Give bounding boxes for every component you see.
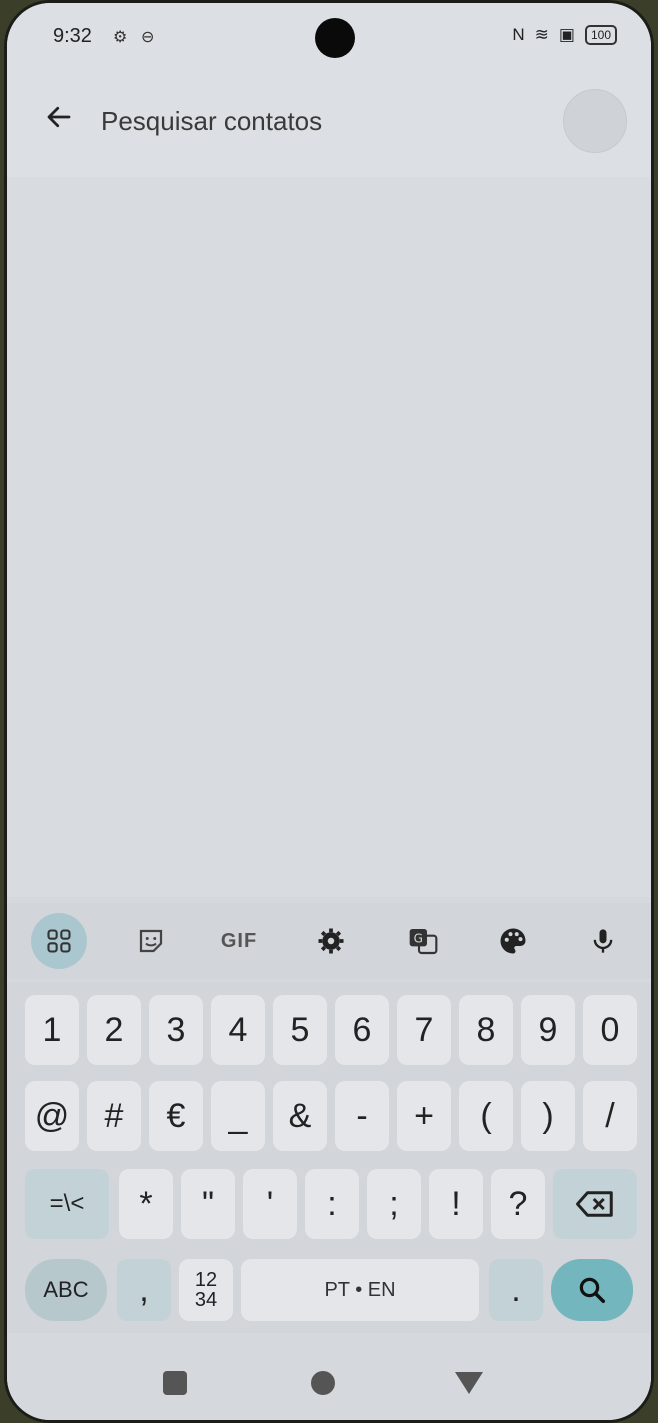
key-slash[interactable]: / [583, 1081, 637, 1151]
key-hash[interactable]: # [87, 1081, 141, 1151]
key-4[interactable]: 4 [211, 995, 265, 1065]
numpad-key[interactable]: 12 34 [179, 1259, 233, 1321]
theme-button[interactable] [485, 913, 541, 969]
triangle-down-icon [455, 1372, 483, 1394]
search-input[interactable] [101, 105, 551, 137]
sticker-button[interactable] [123, 913, 179, 969]
key-plus[interactable]: + [397, 1081, 451, 1151]
status-bar: 9:32 ⚙ ⊖ N ≋ ▣ 100 [7, 3, 651, 73]
key-1[interactable]: 1 [25, 995, 79, 1065]
key-semicolon[interactable]: ; [367, 1169, 421, 1239]
key-double-quote[interactable]: " [181, 1169, 235, 1239]
key-single-quote[interactable]: ' [243, 1169, 297, 1239]
status-time: 9:32 [53, 25, 92, 47]
abc-key[interactable]: ABC [25, 1259, 107, 1321]
key-3[interactable]: 3 [149, 995, 203, 1065]
space-bar[interactable]: PT • EN [241, 1259, 479, 1321]
key-ampersand[interactable]: & [273, 1081, 327, 1151]
palette-icon [500, 928, 526, 954]
translate-button[interactable]: G [395, 913, 451, 969]
sim-icon: ▣ [558, 25, 575, 44]
microphone-icon [593, 929, 613, 953]
key-7[interactable]: 7 [397, 995, 451, 1065]
wifi-icon: ≋ [534, 25, 549, 44]
status-icons: N ≋ ▣ 100 [512, 25, 617, 45]
circle-icon [311, 1371, 335, 1395]
nav-back-button[interactable] [447, 1361, 491, 1405]
gear-icon [318, 928, 344, 954]
key-0[interactable]: 0 [583, 995, 637, 1065]
phone-screen: 9:32 ⚙ ⊖ N ≋ ▣ 100 Pesquisar contatos GI… [4, 0, 654, 1423]
key-5[interactable]: 5 [273, 995, 327, 1065]
key-asterisk[interactable]: * [119, 1169, 173, 1239]
backspace-icon [576, 1191, 613, 1217]
key-8[interactable]: 8 [459, 995, 513, 1065]
search-action-key[interactable] [551, 1259, 633, 1321]
nfc-icon: N [512, 25, 525, 44]
arrow-left-icon [47, 106, 71, 128]
key-at[interactable]: @ [25, 1081, 79, 1151]
avatar[interactable] [563, 89, 627, 153]
search-icon [579, 1277, 605, 1303]
backspace-key[interactable] [553, 1169, 637, 1239]
key-6[interactable]: 6 [335, 995, 389, 1065]
more-symbols-key[interactable]: =\< [25, 1169, 109, 1239]
key-comma[interactable]: , [117, 1259, 171, 1321]
sync-icon: ⚙ [113, 29, 128, 46]
grid-icon [47, 929, 71, 953]
sticker-icon [139, 929, 163, 953]
key-euro[interactable]: € [149, 1081, 203, 1151]
home-button[interactable] [301, 1361, 345, 1405]
key-minus[interactable]: - [335, 1081, 389, 1151]
back-arrow-button[interactable] [37, 91, 81, 143]
gif-button[interactable]: GIF [211, 913, 267, 969]
key-underscore[interactable]: _ [211, 1081, 265, 1151]
svg-text:G: G [414, 931, 423, 945]
key-left-paren[interactable]: ( [459, 1081, 513, 1151]
voice-input-button[interactable] [575, 913, 631, 969]
recent-apps-button[interactable] [153, 1361, 197, 1405]
key-exclamation[interactable]: ! [429, 1169, 483, 1239]
key-2[interactable]: 2 [87, 995, 141, 1065]
minus-icon: ⊖ [141, 29, 155, 46]
square-icon [163, 1371, 187, 1395]
contacts-list-area [7, 177, 651, 897]
symbol-keyboard: 1 2 3 4 5 6 7 8 9 0 @ # € _ & - + ( ) / … [7, 983, 651, 1333]
numpad-key-top: 12 [194, 1269, 218, 1291]
translate-icon: G [409, 929, 438, 955]
front-camera [315, 18, 355, 58]
apps-grid-button[interactable] [31, 913, 87, 969]
numpad-key-bottom: 34 [194, 1289, 218, 1311]
key-colon[interactable]: : [305, 1169, 359, 1239]
search-field[interactable] [91, 87, 551, 155]
settings-button[interactable] [303, 913, 359, 969]
battery-icon: 100 [584, 25, 617, 45]
key-question[interactable]: ? [491, 1169, 545, 1239]
key-right-paren[interactable]: ) [521, 1081, 575, 1151]
key-period[interactable]: . [489, 1259, 543, 1321]
key-9[interactable]: 9 [521, 995, 575, 1065]
